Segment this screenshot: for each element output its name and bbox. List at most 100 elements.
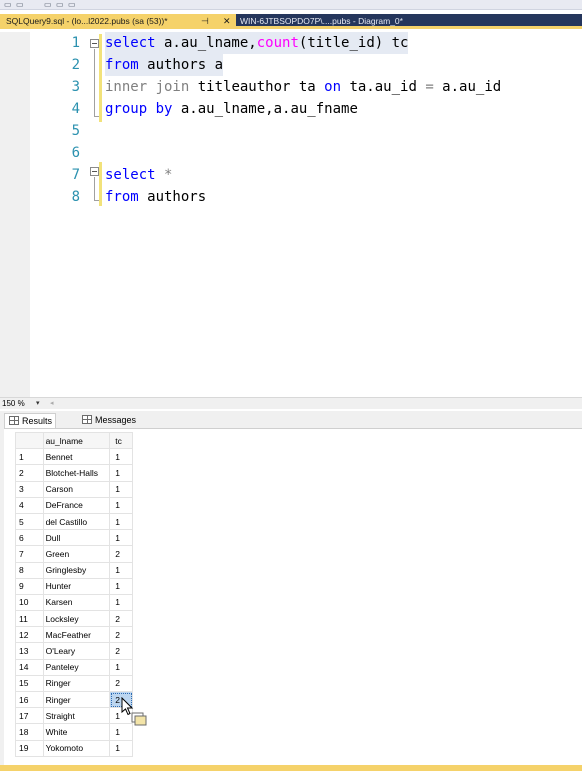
cell-tc[interactable]: 2 <box>109 626 133 644</box>
cell-au-lname[interactable]: Ringer <box>42 674 111 693</box>
row-number[interactable]: 2 <box>15 464 44 482</box>
cell-au-lname[interactable]: del Castillo <box>42 512 111 531</box>
code-line[interactable]: 4 group by a.au_lname,a.au_fname <box>0 98 582 120</box>
table-row[interactable]: 9 Hunter 1 <box>15 577 133 595</box>
table-row[interactable]: 11 Locksley 2 <box>15 610 133 628</box>
row-number[interactable]: 14 <box>15 658 44 676</box>
row-number[interactable]: 5 <box>15 512 44 531</box>
toolbar-icon[interactable]: ▭ <box>56 1 64 9</box>
cell-tc[interactable]: 1 <box>109 577 133 595</box>
cell-tc[interactable]: 2 <box>109 545 133 563</box>
column-header-tc[interactable]: tc <box>109 431 133 450</box>
row-number[interactable]: 10 <box>15 593 44 612</box>
table-row[interactable]: 2 Blotchet-Halls 1 <box>15 464 133 482</box>
cell-au-lname[interactable]: Ringer <box>42 690 111 709</box>
row-number[interactable]: 3 <box>15 480 44 498</box>
cell-au-lname[interactable]: Panteley <box>42 658 111 676</box>
tab-results[interactable]: Results <box>4 413 57 428</box>
code-line[interactable]: 8 from authors <box>0 186 582 208</box>
row-number[interactable]: 15 <box>15 674 44 693</box>
table-row[interactable]: 17 Straight 1 <box>15 707 133 725</box>
cell-tc[interactable]: 1 <box>109 739 133 757</box>
row-number[interactable]: 16 <box>15 690 44 709</box>
table-row[interactable]: 3 Carson 1 <box>15 480 133 498</box>
table-row[interactable]: 1 Bennet 1 <box>15 448 133 466</box>
toolbar-icon[interactable]: ▭ <box>16 1 24 9</box>
row-number[interactable]: 18 <box>15 723 44 741</box>
pin-icon[interactable]: ⊣ <box>201 14 209 29</box>
cell-au-lname[interactable]: O'Leary <box>42 642 111 660</box>
table-row[interactable]: 10 Karsen 1 <box>15 593 133 612</box>
cell-au-lname[interactable]: MacFeather <box>42 626 111 644</box>
cell-tc[interactable]: 2 <box>109 642 133 660</box>
table-row[interactable]: 19 Yokomoto 1 <box>15 739 133 757</box>
toolbar-icon[interactable]: ▭ <box>4 1 12 9</box>
results-grid[interactable]: au_lname tc 1 Bennet 1 2 Blotchet-Halls 1 3 Car… <box>15 431 133 757</box>
cell-au-lname[interactable]: Locksley <box>42 610 111 628</box>
table-row[interactable]: 6 Dull 1 <box>15 529 133 547</box>
row-number[interactable]: 9 <box>15 577 44 595</box>
zoom-level[interactable]: 150 % <box>2 398 25 409</box>
code-line[interactable]: 6 <box>0 142 582 164</box>
table-row[interactable]: 12 MacFeather 2 <box>15 626 133 644</box>
row-number[interactable]: 8 <box>15 561 44 579</box>
table-row[interactable]: 5 del Castillo 1 <box>15 512 133 531</box>
row-number-header[interactable] <box>15 431 44 450</box>
cell-au-lname[interactable]: Hunter <box>42 577 111 595</box>
table-row[interactable]: 8 Gringlesby 1 <box>15 561 133 579</box>
cell-au-lname[interactable]: White <box>42 723 111 741</box>
table-row[interactable]: 15 Ringer 2 <box>15 674 133 693</box>
cell-au-lname[interactable]: Blotchet-Halls <box>42 464 111 482</box>
table-row[interactable]: 16 Ringer 2 <box>15 690 133 709</box>
status-strip <box>0 765 582 771</box>
cell-au-lname[interactable]: Karsen <box>42 593 111 612</box>
code-line[interactable]: 3 inner join titleauthor ta on ta.au_id =… <box>0 76 582 98</box>
table-row[interactable]: 13 O'Leary 2 <box>15 642 133 660</box>
row-number[interactable]: 4 <box>15 496 44 514</box>
cell-tc[interactable]: 1 <box>109 593 133 612</box>
toolbar-icon[interactable]: ▭ <box>68 1 76 9</box>
scroll-left-icon[interactable]: ◂ <box>50 398 54 409</box>
code-line[interactable]: 5 <box>0 120 582 142</box>
cell-tc[interactable]: 1 <box>109 448 133 466</box>
sql-editor[interactable]: 1 select a.au_lname,count(title_id) tc 2 fr… <box>0 32 582 397</box>
tab-diagram[interactable]: WIN-6JTBSOPDO7P\....pubs - Diagram_0* <box>240 14 403 29</box>
tab-messages[interactable]: Messages <box>78 413 139 428</box>
cell-tc[interactable]: 1 <box>109 464 133 482</box>
cell-tc[interactable]: 1 <box>109 496 133 514</box>
toolbar-icon[interactable]: ▭ <box>44 1 52 9</box>
column-header-au-lname[interactable]: au_lname <box>42 431 111 450</box>
cell-tc[interactable]: 1 <box>109 512 133 531</box>
cell-au-lname[interactable]: Gringlesby <box>42 561 111 579</box>
table-row[interactable]: 18 White 1 <box>15 723 133 741</box>
row-number[interactable]: 6 <box>15 529 44 547</box>
row-number[interactable]: 1 <box>15 448 44 466</box>
cell-au-lname[interactable]: Straight <box>42 707 111 725</box>
cell-tc[interactable]: 2 <box>109 674 133 693</box>
cell-tc[interactable]: 1 <box>109 658 133 676</box>
cell-au-lname[interactable]: Carson <box>42 480 111 498</box>
cell-tc[interactable]: 1 <box>109 529 133 547</box>
cell-au-lname[interactable]: Bennet <box>42 448 111 466</box>
row-number[interactable]: 13 <box>15 642 44 660</box>
cell-au-lname[interactable]: Dull <box>42 529 111 547</box>
row-number[interactable]: 7 <box>15 545 44 563</box>
code-line[interactable]: 1 select a.au_lname,count(title_id) tc <box>0 32 582 54</box>
cell-tc[interactable]: 1 <box>109 561 133 579</box>
code-line[interactable]: 7 select * <box>0 164 582 186</box>
cell-au-lname[interactable]: Yokomoto <box>42 739 111 757</box>
table-row[interactable]: 7 Green 2 <box>15 545 133 563</box>
row-number[interactable]: 17 <box>15 707 44 725</box>
cell-tc[interactable]: 2 <box>109 610 133 628</box>
table-row[interactable]: 4 DeFrance 1 <box>15 496 133 514</box>
cell-tc[interactable]: 1 <box>109 480 133 498</box>
row-number[interactable]: 11 <box>15 610 44 628</box>
row-number[interactable]: 12 <box>15 626 44 644</box>
chevron-down-icon[interactable]: ▾ <box>36 398 40 409</box>
cell-au-lname[interactable]: DeFrance <box>42 496 111 514</box>
cell-au-lname[interactable]: Green <box>42 545 111 563</box>
row-number[interactable]: 19 <box>15 739 44 757</box>
close-icon[interactable]: ✕ <box>223 14 231 29</box>
code-line[interactable]: 2 from authors a <box>0 54 582 76</box>
table-row[interactable]: 14 Panteley 1 <box>15 658 133 676</box>
